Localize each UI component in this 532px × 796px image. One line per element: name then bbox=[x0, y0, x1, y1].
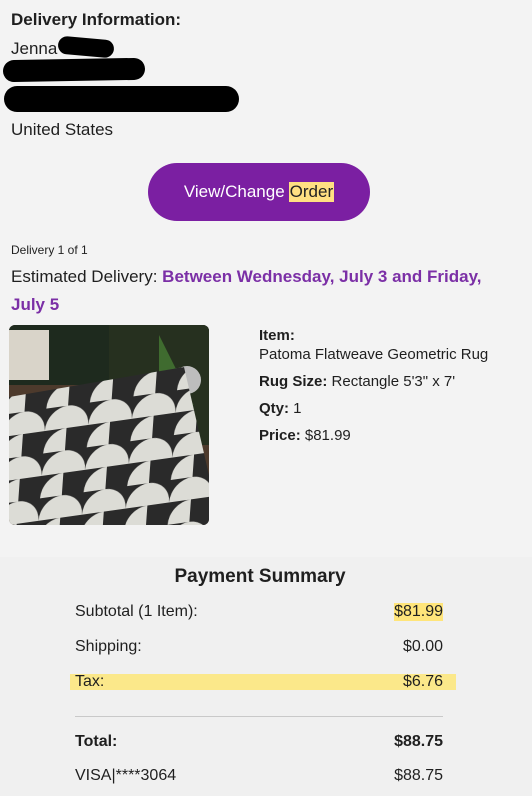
shipping-value: $0.00 bbox=[402, 638, 443, 655]
tax-value: $6.76 bbox=[402, 673, 443, 690]
recipient-name: Jenna bbox=[11, 39, 58, 58]
tax-row: Tax: $6.76 bbox=[75, 673, 443, 691]
redaction-mark bbox=[57, 35, 115, 59]
subtotal-row: Subtotal (1 Item): $81.99 bbox=[75, 603, 443, 621]
product-image[interactable] bbox=[9, 325, 209, 525]
rug-size: Rug Size: Rectangle 5'3" x 7' bbox=[259, 373, 456, 390]
total-label: Total: bbox=[75, 733, 118, 750]
card-value: $88.75 bbox=[394, 767, 443, 784]
item-label: Item: bbox=[259, 327, 295, 344]
shipping-row: Shipping: $0.00 bbox=[75, 638, 443, 656]
shipping-label: Shipping: bbox=[75, 638, 142, 655]
tax-label: Tax: bbox=[75, 673, 105, 690]
delivery-heading: Delivery Information: bbox=[11, 10, 182, 29]
subtotal-label: Subtotal (1 Item): bbox=[75, 603, 198, 620]
redaction-mark bbox=[4, 86, 239, 112]
view-change-order-button[interactable]: View/Change Order bbox=[148, 163, 370, 221]
quantity: Qty: 1 bbox=[259, 400, 302, 417]
card-label: VISA|****3064 bbox=[75, 767, 177, 784]
payment-summary-title: Payment Summary bbox=[174, 566, 346, 587]
estimated-delivery: Estimated Delivery: Between Wednesday, J… bbox=[11, 263, 491, 319]
total-value: $88.75 bbox=[394, 733, 443, 750]
price: Price: $81.99 bbox=[259, 427, 351, 444]
button-label: View/Change bbox=[183, 182, 285, 201]
estimated-delivery-label: Estimated Delivery: bbox=[11, 267, 158, 286]
button-label-highlighted: Order bbox=[288, 182, 335, 202]
redaction-mark bbox=[2, 57, 146, 83]
subtotal-value: $81.99 bbox=[394, 603, 443, 621]
summary-divider bbox=[75, 716, 443, 717]
delivery-count: Delivery 1 of 1 bbox=[11, 243, 88, 257]
item-name: Patoma Flatweave Geometric Rug bbox=[259, 346, 489, 363]
total-row: Total: $88.75 bbox=[75, 733, 443, 751]
recipient-country: United States bbox=[11, 120, 114, 139]
payment-method-row: VISA|****3064 $88.75 bbox=[75, 767, 443, 785]
